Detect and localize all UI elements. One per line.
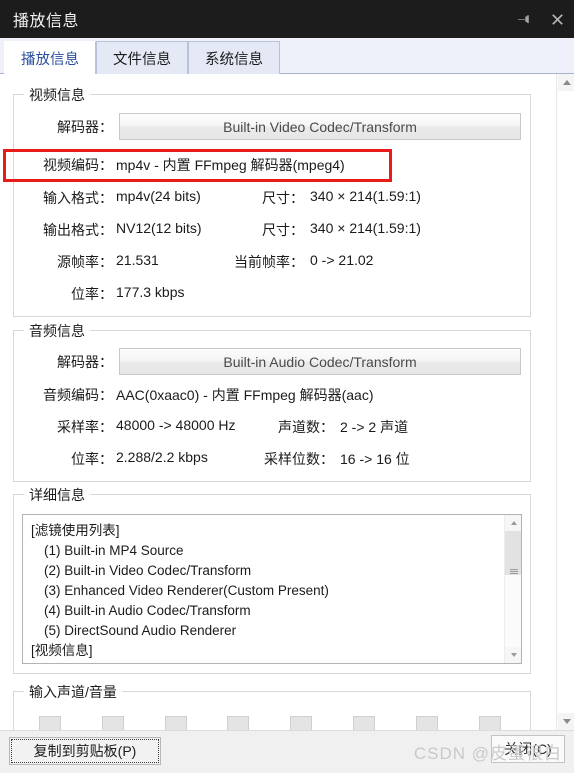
video-current-fps-value: 0 -> 21.02 [310, 252, 374, 268]
audio-samplerate-value-row: 48000 -> 48000 Hz [116, 417, 235, 433]
details-scrollbar[interactable] [504, 515, 521, 663]
audio-info-title: 音频信息 [24, 321, 90, 341]
audio-codec-value-row: AAC(0xaac0) - 内置 FFmpeg 解码器(aac) [116, 385, 374, 405]
video-output-format-value: NV12(12 bits) [116, 220, 202, 236]
tab-file-info[interactable]: 文件信息 [96, 41, 188, 74]
list-item: [滤镜使用列表] [31, 523, 120, 538]
details-listbox[interactable]: [滤镜使用列表] (1) Built-in MP4 Source (2) Bui… [22, 514, 522, 664]
audio-samplerate-label-row: 采样率： [13, 417, 113, 437]
video-decoder-button[interactable]: Built-in Video Codec/Transform [119, 113, 521, 140]
play-info-dialog: 播放信息 播放信息 文件信息 系统信息 视频信息 解码器： Built-in V… [0, 0, 574, 773]
content-area: 视频信息 解码器： Built-in Video Codec/Transform… [0, 74, 556, 751]
video-codec-label-row: 视频编码： [13, 155, 113, 175]
audio-codec-value: AAC(0xaac0) - 内置 FFmpeg 解码器(aac) [116, 387, 374, 403]
close-button[interactable]: 关闭(C) [491, 735, 565, 763]
audio-bitdepth-label: 采样位数： [264, 451, 334, 467]
video-source-fps-label-row: 源帧率： [13, 252, 113, 272]
video-source-fps-value-row: 21.531 [116, 252, 159, 268]
pin-icon[interactable] [506, 0, 540, 38]
video-input-format-label-row: 输入格式： [13, 188, 113, 208]
video-input-size-label-row: 尺寸： [228, 188, 304, 208]
video-current-fps-label-row: 当前帧率： [212, 252, 304, 272]
video-input-format-value-row: mp4v(24 bits) [116, 188, 201, 204]
title-bar-buttons [506, 0, 574, 38]
video-output-size-label: 尺寸： [262, 222, 304, 238]
video-output-format-value-row: NV12(12 bits) [116, 220, 202, 236]
video-input-size-value-row: 340 × 214(1.59:1) [310, 188, 421, 204]
video-current-fps-value-row: 0 -> 21.02 [310, 252, 373, 268]
audio-channels-label: 声道数： [278, 419, 334, 435]
audio-decoder-label: 解码器： [57, 354, 113, 370]
page-scrollbar[interactable] [556, 74, 574, 730]
audio-samplerate-value: 48000 -> 48000 Hz [116, 417, 236, 433]
audio-channels-value: 2 -> 2 声道 [340, 419, 409, 435]
video-codec-value: mp4v - 内置 FFmpeg 解码器(mpeg4) [116, 157, 345, 173]
audio-bitdepth-value: 16 -> 16 位 [340, 451, 410, 467]
tab-strip: 播放信息 文件信息 系统信息 [0, 38, 574, 75]
window-title: 播放信息 [13, 13, 80, 30]
video-decoder-label-row: 解码器： [13, 117, 113, 137]
audio-samplerate-label: 采样率： [57, 419, 113, 435]
video-input-format-label: 输入格式： [43, 190, 113, 206]
details-title: 详细信息 [24, 485, 90, 505]
details-listbox-content: [滤镜使用列表] (1) Built-in MP4 Source (2) Bui… [23, 515, 503, 663]
details-scroll-up-icon[interactable] [505, 515, 521, 531]
audio-bitrate-label-row: 位率： [13, 449, 113, 469]
input-channel-volume-title: 输入声道/音量 [24, 682, 122, 702]
audio-decoder-button[interactable]: Built-in Audio Codec/Transform [119, 348, 521, 375]
details-scrollbar-grip [510, 569, 518, 574]
video-source-fps-value: 21.531 [116, 252, 159, 268]
audio-decoder-label-row: 解码器： [13, 352, 113, 372]
video-decoder-label: 解码器： [57, 119, 113, 135]
bottom-bar: 复制到剪贴板(P) 关闭(C) CSDN @皮蛋很白 [0, 730, 574, 773]
audio-codec-label: 音频编码： [43, 387, 113, 403]
tab-playback-info[interactable]: 播放信息 [4, 41, 96, 75]
video-output-format-label-row: 输出格式： [13, 220, 113, 240]
list-item: (5) DirectSound Audio Renderer [44, 623, 237, 638]
close-icon[interactable] [540, 0, 574, 38]
video-input-size-label: 尺寸： [262, 190, 304, 206]
audio-bitdepth-value-row: 16 -> 16 位 [340, 449, 410, 469]
audio-bitrate-label: 位率： [71, 451, 113, 467]
video-info-title: 视频信息 [24, 85, 90, 105]
video-output-size-value-row: 340 × 214(1.59:1) [310, 220, 421, 236]
audio-bitrate-value-row: 2.288/2.2 kbps [116, 449, 208, 465]
video-output-size-value: 340 × 214(1.59:1) [310, 220, 421, 236]
copy-to-clipboard-button[interactable]: 复制到剪贴板(P) [9, 737, 161, 765]
list-item: (4) Built-in Audio Codec/Transform [44, 603, 251, 618]
video-codec-label: 视频编码： [43, 157, 113, 173]
list-item: (1) Built-in MP4 Source [44, 543, 184, 558]
page-scrollbar-track[interactable] [558, 91, 574, 713]
audio-bitdepth-label-row: 采样位数： [244, 449, 334, 469]
copy-to-clipboard-label: 复制到剪贴板(P) [33, 743, 137, 759]
audio-codec-label-row: 音频编码： [13, 385, 113, 405]
video-source-fps-label: 源帧率： [57, 254, 113, 270]
video-input-size-value: 340 × 214(1.59:1) [310, 188, 421, 204]
scroll-down-icon[interactable] [558, 713, 574, 730]
audio-channels-label-row: 声道数： [258, 417, 334, 437]
video-codec-value-row: mp4v - 内置 FFmpeg 解码器(mpeg4) [116, 155, 345, 175]
video-bitrate-label-row: 位率： [13, 284, 113, 304]
video-input-format-value: mp4v(24 bits) [116, 188, 201, 204]
video-current-fps-label: 当前帧率： [234, 254, 304, 270]
video-output-size-label-row: 尺寸： [228, 220, 304, 240]
video-bitrate-label: 位率： [71, 286, 113, 302]
audio-bitrate-value: 2.288/2.2 kbps [116, 449, 208, 465]
video-bitrate-value: 177.3 kbps [116, 284, 185, 300]
video-bitrate-value-row: 177.3 kbps [116, 284, 185, 300]
video-output-format-label: 输出格式： [43, 222, 113, 238]
scroll-up-icon[interactable] [558, 74, 574, 91]
list-item: (2) Built-in Video Codec/Transform [44, 563, 252, 578]
list-item: [视频信息] [31, 643, 93, 658]
title-bar: 播放信息 [0, 0, 574, 38]
list-item: (3) Enhanced Video Renderer(Custom Prese… [44, 583, 329, 598]
audio-channels-value-row: 2 -> 2 声道 [340, 417, 408, 437]
tab-system-info[interactable]: 系统信息 [188, 41, 280, 74]
details-scroll-down-icon[interactable] [505, 647, 521, 663]
